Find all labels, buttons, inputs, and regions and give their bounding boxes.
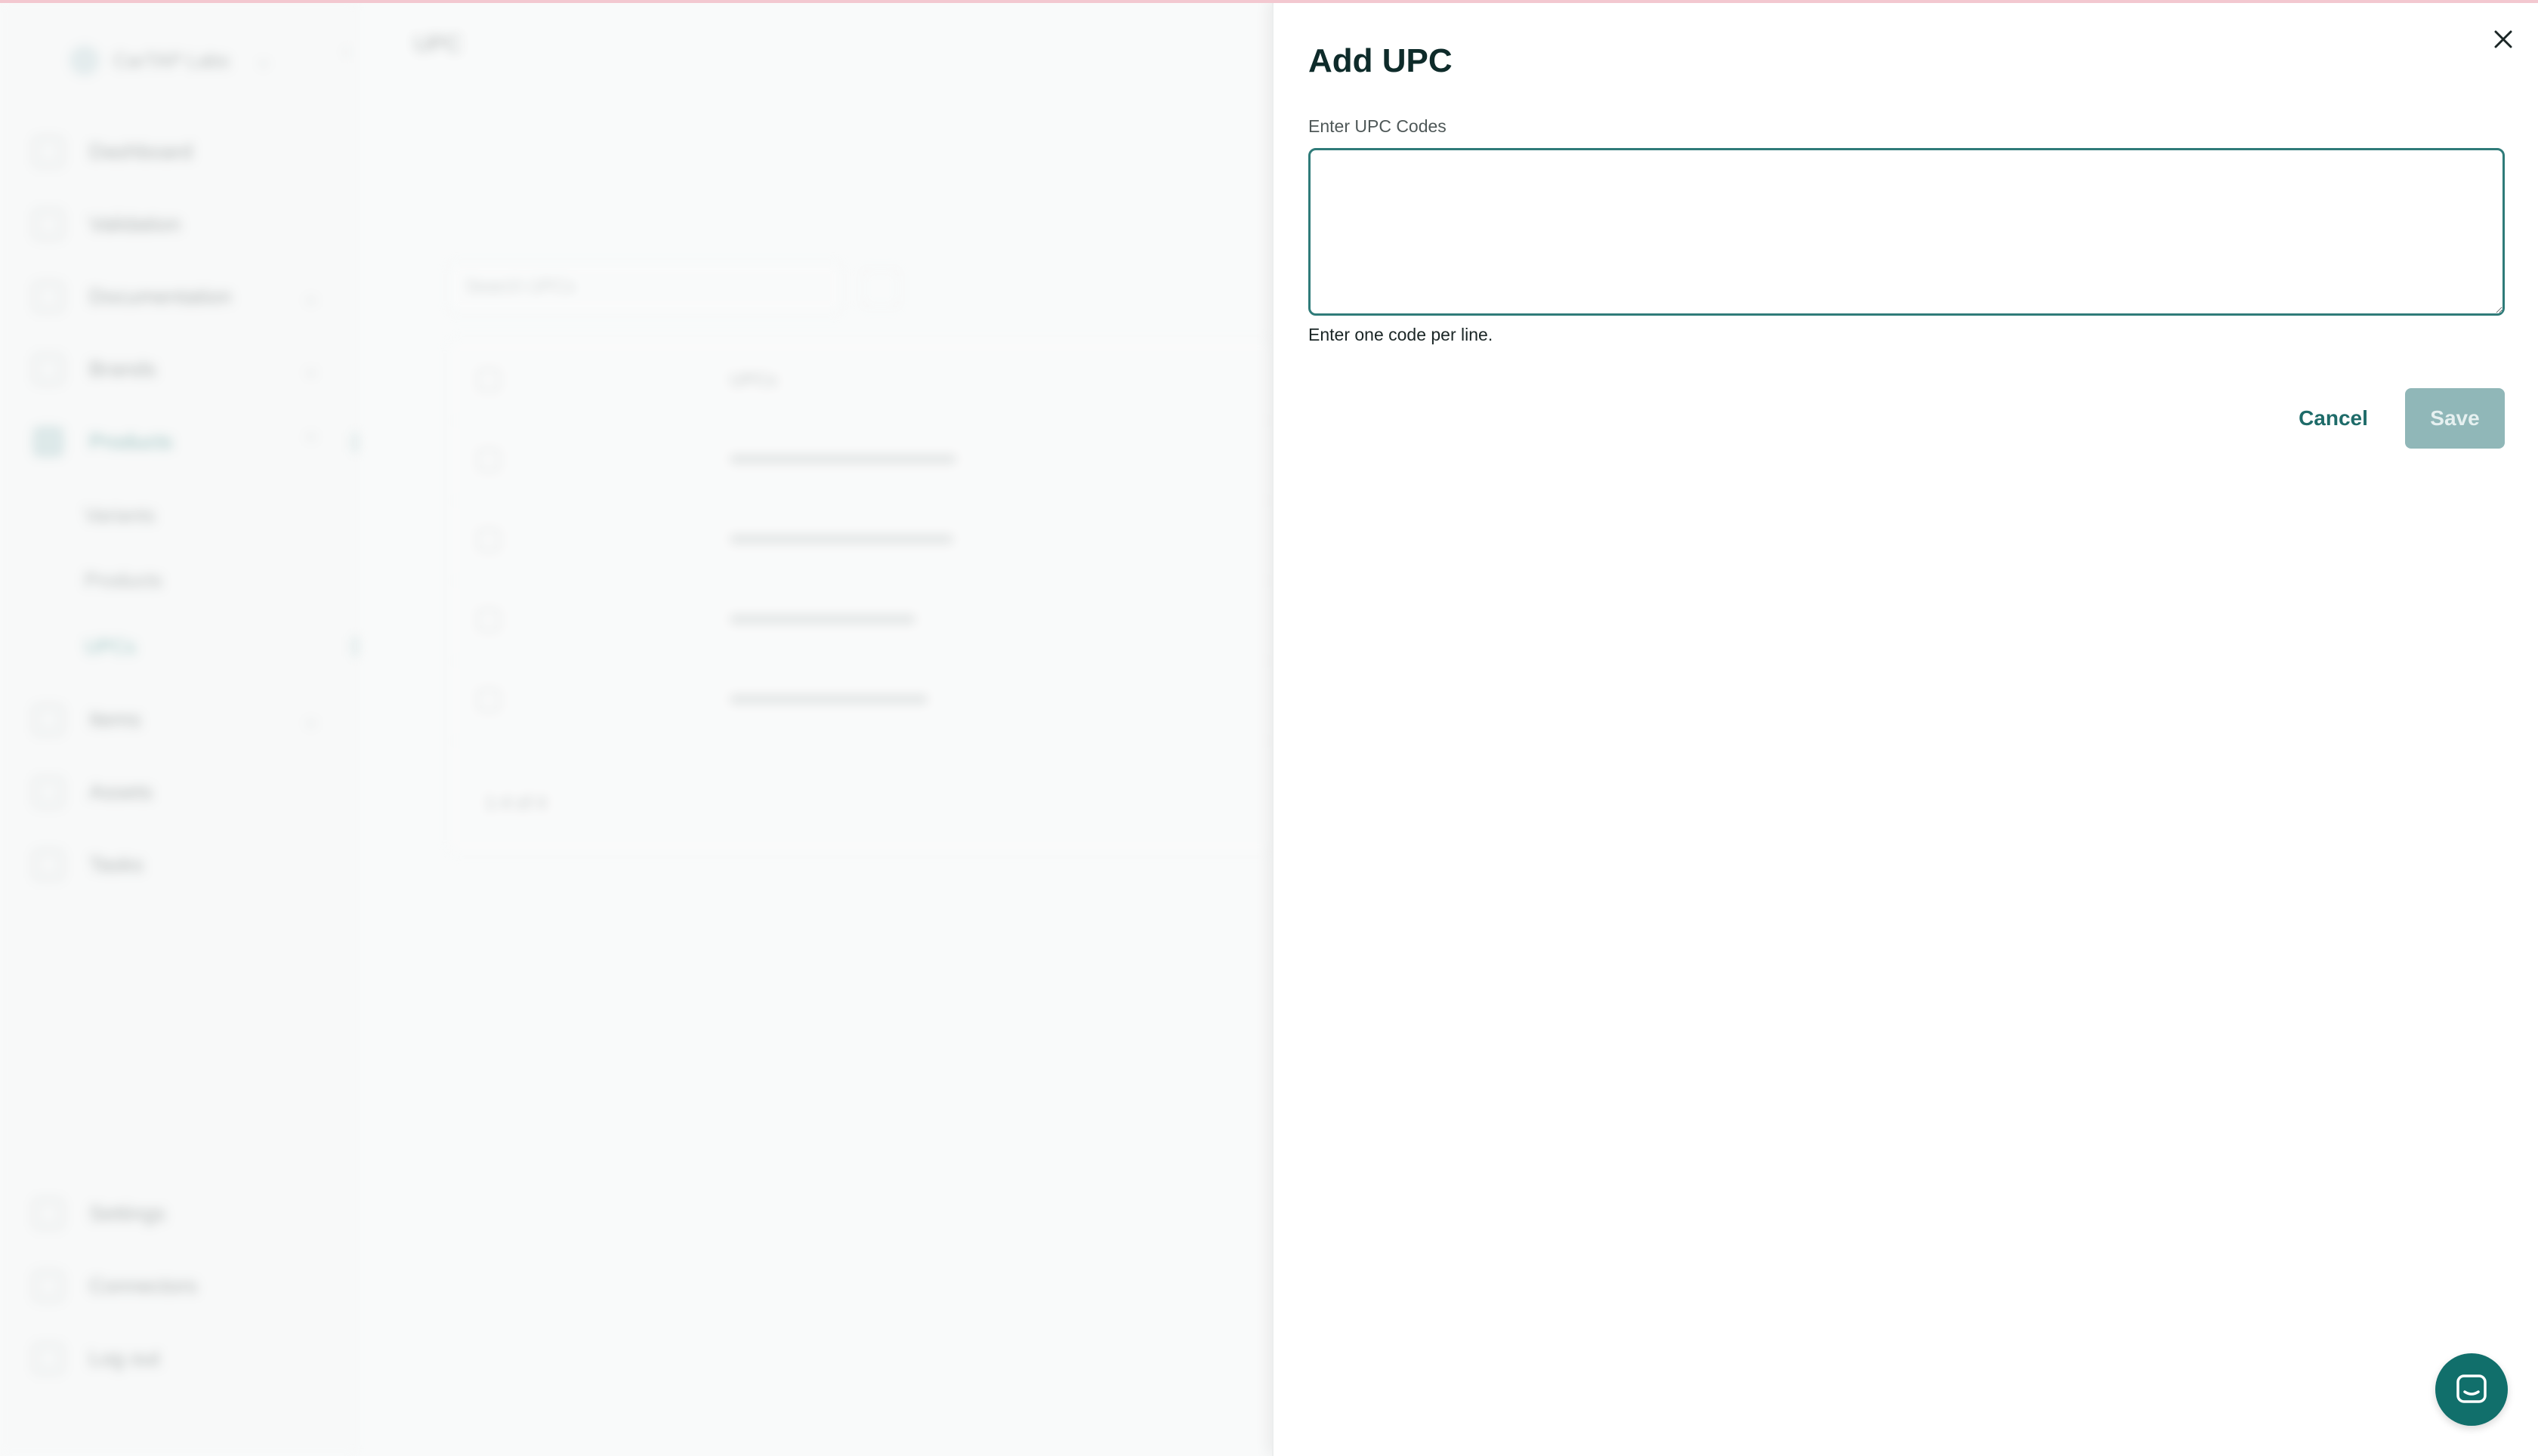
upc-table: UPCs 1-4 of 4 [447,338,1275,855]
sidebar-item-settings[interactable]: Settings [33,1193,335,1234]
dashboard-icon [33,137,63,167]
sidebar-item-label: Log out [89,1346,160,1370]
sidebar-item-label: Connectors [89,1274,198,1297]
row-checkbox[interactable] [477,689,500,711]
table-row[interactable] [449,420,1274,501]
page-title: UPC [414,32,462,57]
sidebar-item-label: Items [89,708,141,731]
chevron-down-icon: ⌄ [303,709,319,730]
table-row[interactable] [449,580,1274,662]
sidebar-item-assets[interactable]: Assets [33,772,335,813]
filter-button[interactable] [861,269,900,308]
sidebar-item-label: Brands [89,357,156,381]
select-all-checkbox[interactable] [477,369,500,391]
search-input[interactable]: Search UPCs [447,261,843,314]
active-indicator [352,636,358,657]
upc-value-placeholder [730,615,915,624]
org-name: CarTAP Labs [113,48,230,72]
top-accent-line [0,0,2538,3]
chat-launcher-button[interactable] [2435,1353,2508,1426]
sidebar-item-documentation[interactable]: Documentation ⌄ [33,276,335,317]
active-indicator [352,432,358,453]
items-icon [33,705,63,735]
sidebar-item-products[interactable]: Products ⌃ [33,421,335,462]
drawer-title: Add UPC [1308,42,1453,79]
document-icon [33,282,63,312]
upc-value-placeholder [730,695,928,704]
chevron-down-icon: ⌄ [256,51,271,69]
tasks-icon [33,850,63,880]
upc-codes-label: Enter UPC Codes [1308,116,1447,136]
upc-value-placeholder [730,535,953,544]
sidebar-subitem-upcs[interactable]: UPCs [85,630,136,663]
sidebar-item-items[interactable]: Items ⌄ [33,699,335,740]
row-checkbox[interactable] [477,529,500,551]
sidebar-item-tasks[interactable]: Tasks [33,844,335,885]
close-icon [2494,30,2512,48]
close-button[interactable] [2488,24,2518,54]
sidebar-item-label: Tasks [89,853,144,876]
table-header-row: UPCs [449,340,1274,421]
sidebar-item-brands[interactable]: Brands ⌄ [33,349,335,390]
add-upc-drawer: Add UPC Enter UPC Codes Enter one code p… [1272,0,2538,1456]
logout-icon [33,1343,63,1374]
table-row[interactable] [449,500,1274,581]
sidebar-item-label: Products [89,430,173,453]
sidebar-item-dashboard[interactable]: Dashboard [33,131,335,172]
chat-icon [2456,1374,2487,1403]
row-checkbox[interactable] [477,609,500,631]
products-icon [33,427,63,457]
sidebar-subitem-products[interactable]: Products [85,563,162,597]
sidebar-subitem-variants[interactable]: Variants [85,498,155,532]
assets-icon [33,777,63,807]
sidebar-item-label: Documentation [89,285,232,308]
org-logo-icon [69,45,100,76]
search-placeholder: Search UPCs [465,276,576,297]
save-button[interactable]: Save [2405,388,2505,449]
column-header-upcs: UPCs [730,370,777,390]
chevron-down-icon: ⌄ [303,359,319,380]
sidebar-item-label: Validation [89,212,181,236]
row-checkbox[interactable] [477,449,500,471]
sidebar: CarTAP Labs ⌄ ‹ Dashboard Validation Doc… [0,0,358,1456]
helper-text: Enter one code per line. [1308,325,1493,344]
chevron-up-icon: ⌃ [303,431,319,452]
upc-codes-textarea[interactable] [1308,148,2505,316]
sidebar-item-logout[interactable]: Log out [33,1338,335,1379]
chevron-down-icon: ⌄ [303,286,319,307]
upc-value-placeholder [730,455,956,464]
org-switcher[interactable]: CarTAP Labs ⌄ [69,42,296,79]
collapse-sidebar-icon[interactable]: ‹ [344,39,351,63]
connectors-icon [33,1271,63,1301]
sidebar-item-connectors[interactable]: Connectors [33,1266,335,1306]
cancel-button[interactable]: Cancel [2278,388,2388,449]
validation-icon [33,209,63,239]
sidebar-item-validation[interactable]: Validation [33,204,335,245]
pagination-summary: 1-4 of 4 [485,793,547,813]
background-app: CarTAP Labs ⌄ ‹ Dashboard Validation Doc… [0,0,1275,1456]
settings-icon [33,1198,63,1229]
sidebar-item-label: Settings [89,1202,166,1225]
sidebar-item-label: Dashboard [89,140,193,163]
table-row[interactable] [449,660,1274,742]
brands-icon [33,354,63,384]
sidebar-item-label: Assets [89,780,153,804]
